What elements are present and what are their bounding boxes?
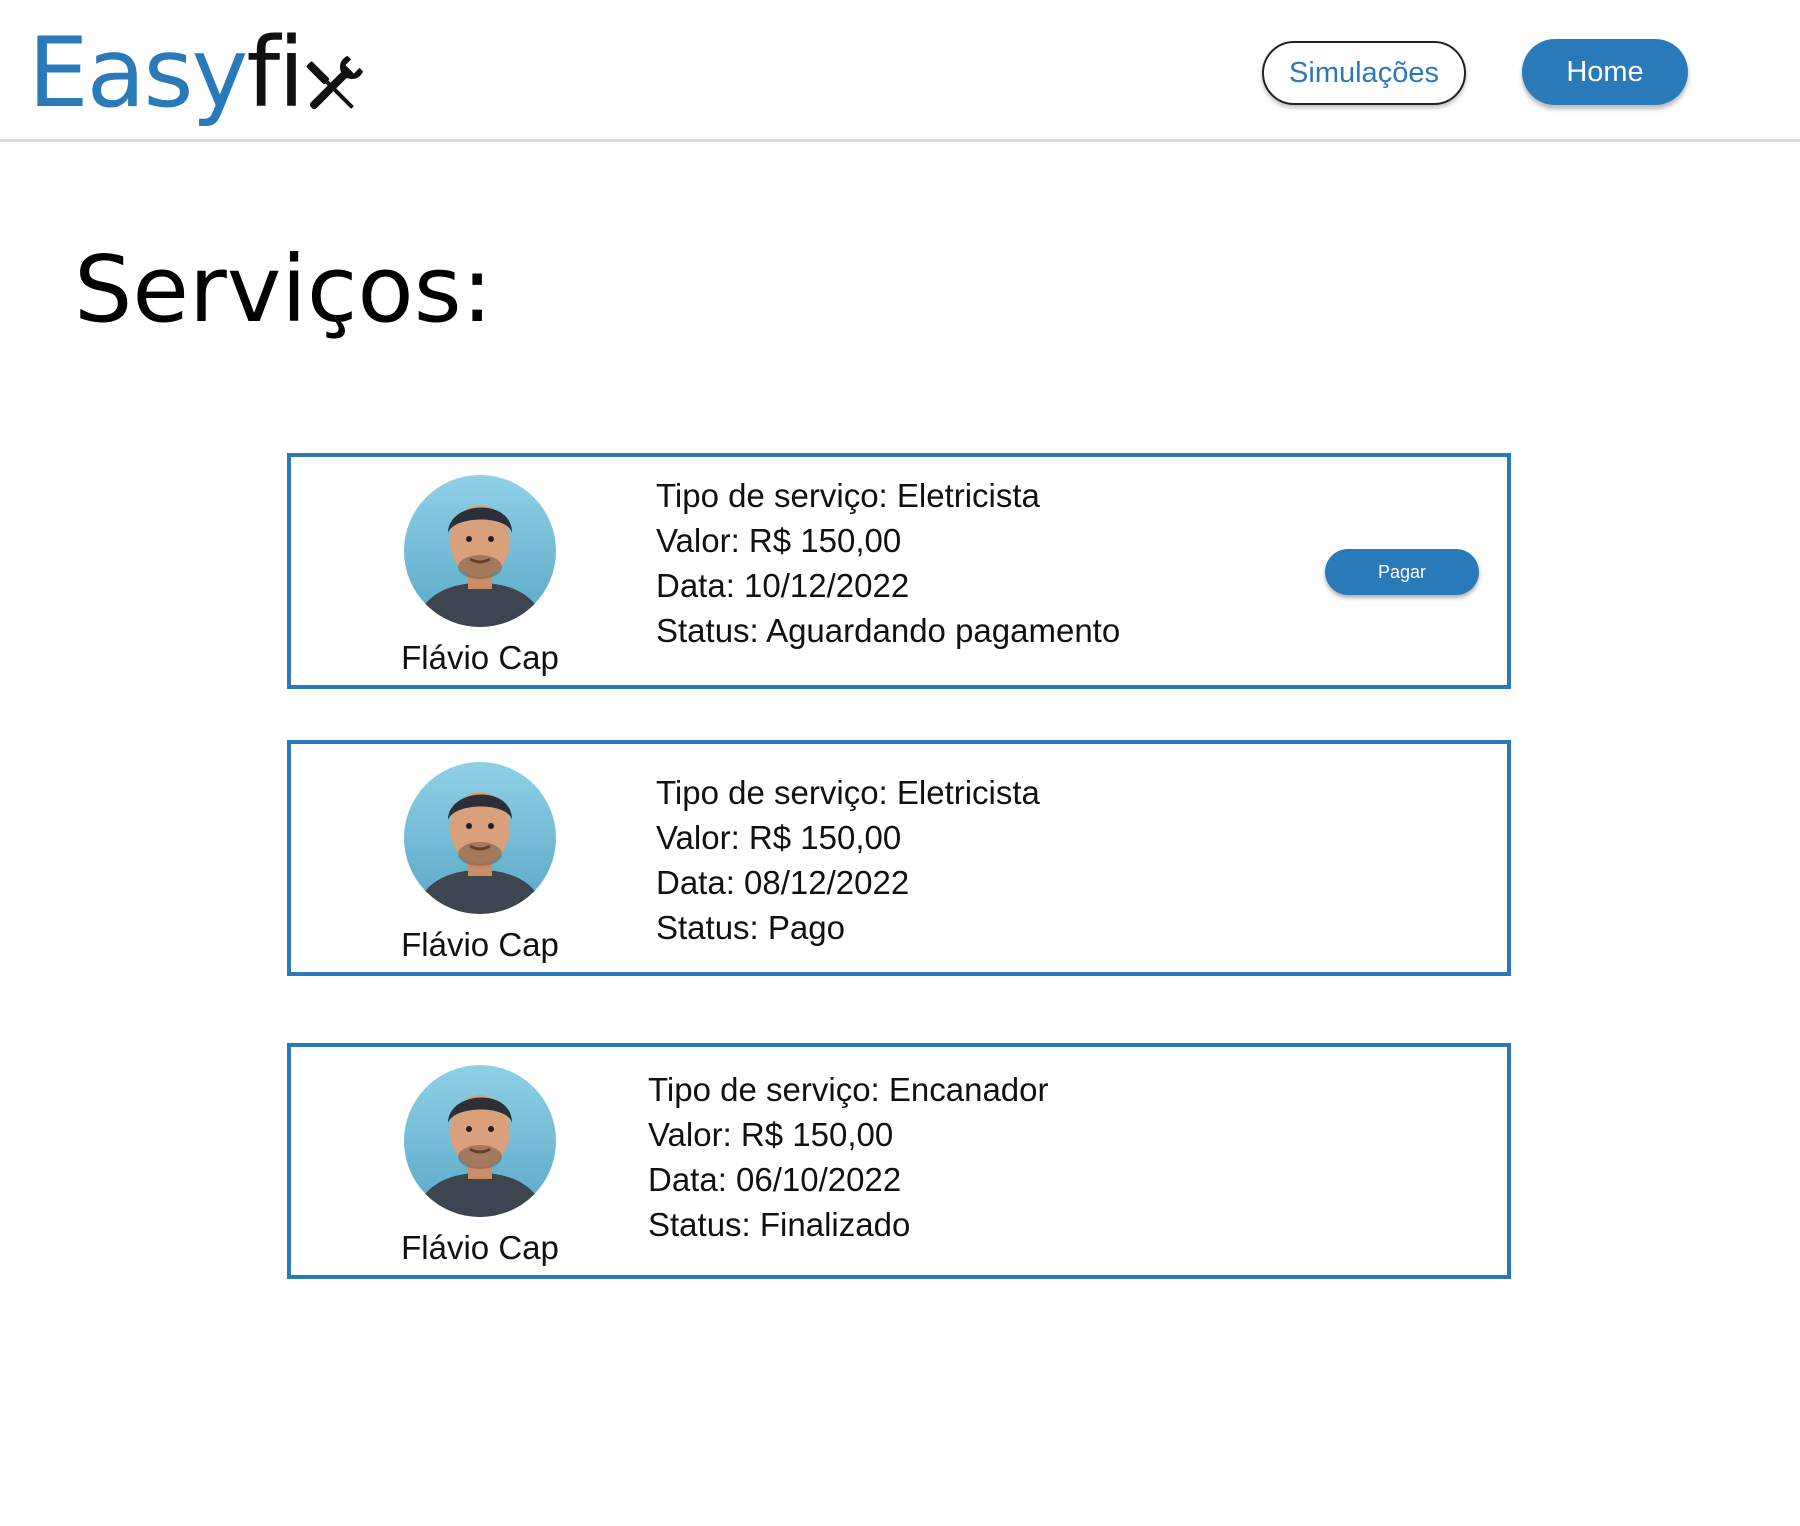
pay-button[interactable]: Pagar	[1325, 549, 1479, 595]
home-button[interactable]: Home	[1522, 39, 1688, 105]
service-type: Tipo de serviço: Encanador	[648, 1071, 1049, 1108]
service-info: Tipo de serviço: Eletricista Valor: R$ 1…	[656, 770, 1040, 950]
top-header: Easy fi Simulações Home	[0, 0, 1800, 142]
service-type: Tipo de serviço: Eletricista	[656, 477, 1040, 514]
service-date: Data: 08/12/2022	[656, 864, 910, 901]
provider-avatar	[404, 1065, 556, 1217]
service-value: Valor: R$ 150,00	[656, 522, 902, 559]
wrench-screwdriver-icon	[297, 41, 367, 111]
service-value: Valor: R$ 150,00	[648, 1116, 894, 1153]
service-status: Status: Pago	[656, 909, 845, 946]
service-date: Data: 10/12/2022	[656, 567, 910, 604]
service-date: Data: 06/10/2022	[648, 1161, 902, 1198]
service-value: Valor: R$ 150,00	[656, 819, 902, 856]
provider-name: Flávio Cap	[401, 639, 559, 676]
page-title: Serviços:	[74, 236, 493, 343]
provider-name: Flávio Cap	[401, 1229, 559, 1266]
logo-easy-text: Easy	[28, 17, 248, 129]
service-card: Flávio Cap Tipo de serviço: Eletricista …	[287, 453, 1511, 689]
provider-avatar	[404, 475, 556, 627]
logo-fix-text: fi	[246, 17, 304, 129]
service-card: Flávio Cap Tipo de serviço: Encanador Va…	[287, 1043, 1511, 1279]
service-info: Tipo de serviço: Eletricista Valor: R$ 1…	[656, 473, 1120, 653]
service-type: Tipo de serviço: Eletricista	[656, 774, 1040, 811]
provider-avatar	[404, 762, 556, 914]
easyfix-logo[interactable]: Easy fi	[28, 18, 367, 128]
service-info: Tipo de serviço: Encanador Valor: R$ 150…	[648, 1067, 1049, 1247]
provider-name: Flávio Cap	[401, 926, 559, 963]
service-status: Status: Finalizado	[648, 1206, 911, 1243]
service-card: Flávio Cap Tipo de serviço: Eletricista …	[287, 740, 1511, 976]
simulacoes-button[interactable]: Simulações	[1262, 41, 1466, 105]
service-status: Status: Aguardando pagamento	[656, 612, 1121, 649]
